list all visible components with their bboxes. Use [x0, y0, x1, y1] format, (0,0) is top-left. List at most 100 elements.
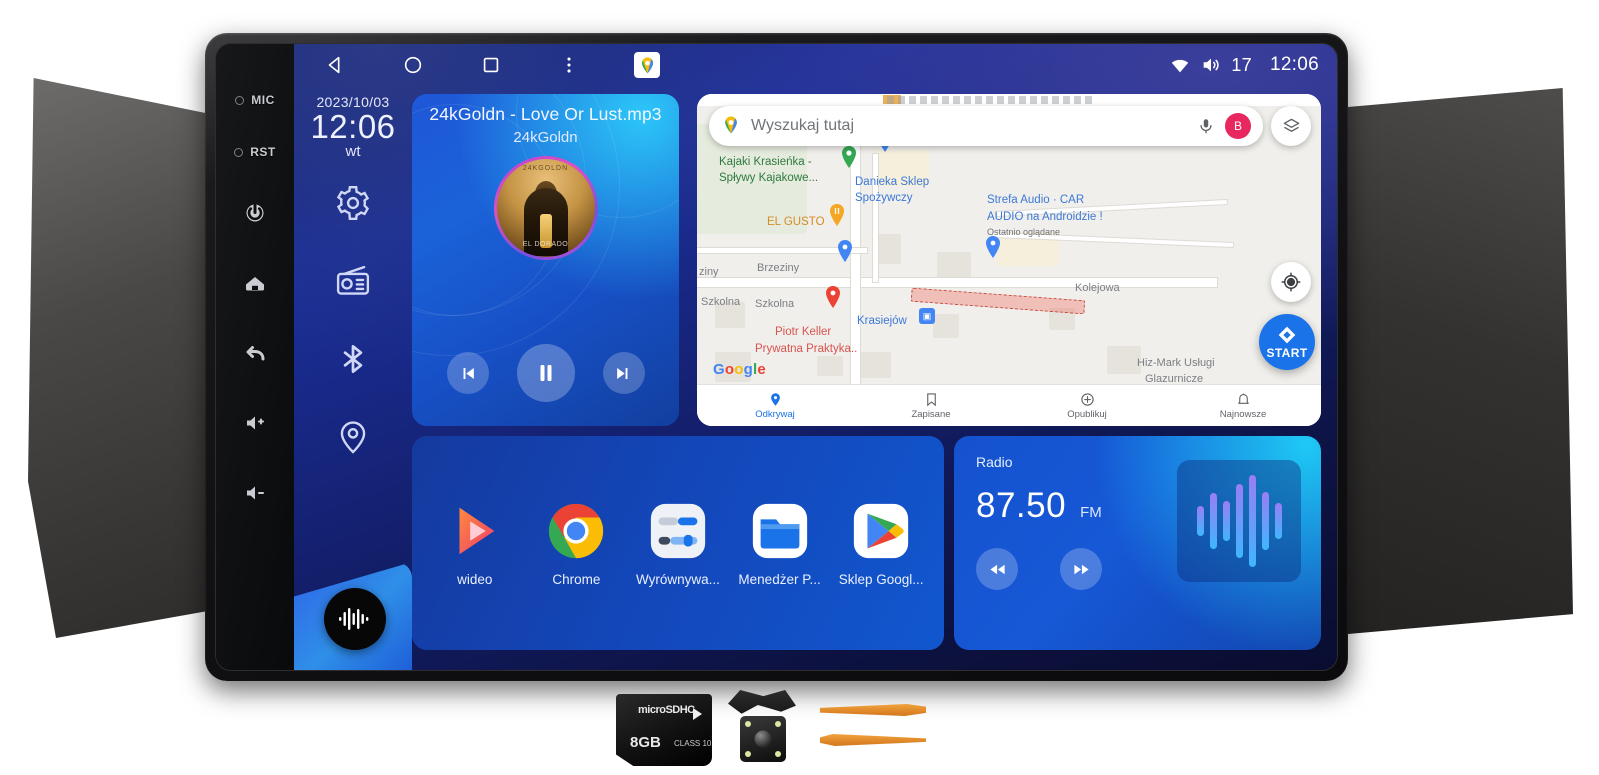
visualizer-bar	[1209, 493, 1217, 549]
status-clock: 12:06	[1269, 54, 1319, 75]
map-station-marker[interactable]: ▣	[919, 308, 935, 324]
map-layers-icon[interactable]	[1271, 106, 1311, 146]
g2: o	[724, 361, 735, 378]
microphone-icon[interactable]	[1197, 117, 1215, 135]
my-location-icon[interactable]	[1271, 262, 1311, 302]
mic-key[interactable]: MIC	[223, 74, 287, 126]
map-label: AUDIO na Androidzie !	[987, 211, 1103, 223]
app-shortcut-file-manager[interactable]: Menedżer P...	[732, 500, 828, 587]
map-tab-odkrywaj[interactable]: Odkrywaj	[697, 392, 853, 420]
google-maps-icon[interactable]	[634, 52, 660, 78]
visualizer-bar	[1248, 475, 1256, 567]
start-button-label: START	[1266, 345, 1308, 360]
hardware-key-rail: MIC RST	[216, 44, 294, 670]
app-shortcut-play-store[interactable]: Sklep Googl...	[833, 500, 929, 587]
clock-widget[interactable]: 2023/10/03 12:06 wt	[310, 94, 395, 160]
map-label: Piotr Keller	[775, 326, 832, 338]
map-top-edge-strip	[697, 94, 1321, 106]
map-label: Szkolna	[755, 298, 795, 310]
music-title: 24kGoldn - Love Or Lust.mp3	[429, 104, 662, 124]
next-track-icon[interactable]	[602, 352, 645, 394]
home-key[interactable]	[223, 248, 287, 318]
fast-forward-icon[interactable]	[1060, 548, 1102, 590]
rewind-icon[interactable]	[976, 548, 1018, 590]
left-dock: 2023/10/03 12:06 wt	[294, 86, 412, 670]
map-pin-audio-store[interactable]	[985, 236, 1001, 258]
radio-widget[interactable]: Radio 87.50 FM	[954, 436, 1321, 650]
radio-visualizer	[1177, 460, 1301, 582]
radio-frequency: 87.50	[976, 486, 1067, 525]
mic-indicator-dot	[235, 95, 245, 105]
map-label: Prywatna Praktyka..	[755, 343, 858, 355]
microsd-card: microSDHC 8GB CLASS 10	[616, 694, 712, 766]
app-label: wideo	[457, 571, 493, 587]
previous-track-icon[interactable]	[446, 352, 489, 394]
map-label: Ostatnio oglądane	[987, 227, 1061, 237]
recents-square-icon[interactable]	[478, 52, 504, 78]
music-artist: 24kGoldn	[513, 129, 578, 146]
start-navigation-button[interactable]: START	[1259, 314, 1315, 370]
map-label: Krasiejów	[857, 315, 907, 327]
radio-band: FM	[1080, 504, 1102, 521]
volume-down-icon	[243, 481, 267, 505]
map-pin-doctor[interactable]	[825, 286, 841, 308]
map-search-input[interactable]: Wyszukaj tutaj	[751, 117, 1187, 135]
mic-key-label: MIC	[251, 93, 275, 107]
g3: o	[734, 361, 744, 378]
app-shortcut-wideo[interactable]: wideo	[427, 500, 523, 587]
app-shortcuts-widget: wideo Chrome Wyrównywa... Menedżer P... …	[412, 436, 944, 650]
map-tab-label: Najnowsze	[1219, 408, 1267, 420]
audio-waveform-icon[interactable]	[324, 588, 386, 650]
video-play-icon	[444, 500, 506, 562]
google-wordmark: Google	[713, 361, 766, 378]
pry-tools	[820, 700, 928, 758]
rear-view-camera	[724, 688, 800, 768]
app-shortcut-chrome[interactable]: Chrome	[528, 500, 624, 587]
map-tab-label: Zapisane	[911, 408, 951, 420]
map-pin-green[interactable]	[841, 146, 857, 168]
route-highlight	[910, 287, 1086, 315]
map-bottom-tabs: Odkrywaj Zapisane Opublikuj Najnowsze	[697, 384, 1321, 426]
more-vertical-icon[interactable]	[556, 52, 582, 78]
google-maps-icon	[721, 115, 741, 137]
screenshot-root: MIC RST 17 12:06 2023/10/03 12:06 wt 24k…	[0, 0, 1599, 775]
back-triangle-icon[interactable]	[322, 52, 348, 78]
map-tab-zapisane[interactable]: Zapisane	[853, 392, 1009, 420]
map-pin-transit[interactable]	[837, 240, 853, 262]
google-maps-widget[interactable]: ▣ Google Kajaki Krasieńka - Spływy Kajako…	[697, 94, 1321, 426]
g1: G	[713, 361, 725, 378]
visualizer-bar	[1261, 492, 1269, 550]
album-art-bottom-text: EL DORADO	[522, 241, 569, 248]
gear-icon[interactable]	[334, 184, 372, 222]
power-key[interactable]	[223, 178, 287, 248]
visualizer-bar	[1196, 506, 1204, 536]
map-label: Kajaki Krasieńka -	[719, 156, 812, 168]
volume-up-key[interactable]	[223, 388, 287, 458]
clock-time: 12:06	[310, 108, 396, 145]
home-circle-icon[interactable]	[400, 52, 426, 78]
map-label: EL GUSTO	[767, 216, 825, 228]
map-label: Danieka Sklep	[855, 176, 930, 188]
bluetooth-icon[interactable]	[334, 340, 372, 378]
avatar[interactable]: B	[1225, 113, 1251, 139]
location-pin-icon[interactable]	[334, 418, 372, 456]
map-tab-label: Odkrywaj	[755, 408, 795, 420]
app-shortcut-equalizer[interactable]: Wyrównywa...	[630, 500, 726, 587]
map-label: Spożywczy	[855, 192, 913, 204]
map-label: Hiz-Mark Usługi	[1137, 357, 1215, 369]
equalizer-icon	[647, 500, 709, 562]
map-search-bar[interactable]: Wyszukaj tutaj B	[709, 106, 1263, 146]
microsd-arrow-icon	[693, 708, 702, 720]
music-player-widget[interactable]: 24kGoldn - Love Or Lust.mp3 24kGoldn 24K…	[412, 94, 679, 426]
power-icon	[243, 201, 267, 225]
radio-icon[interactable]	[334, 262, 372, 300]
reset-key[interactable]: RST	[223, 126, 287, 178]
pause-icon[interactable]	[516, 344, 575, 402]
map-tab-najnowsze[interactable]: Najnowsze	[1165, 392, 1321, 420]
widget-grid: 24kGoldn - Love Or Lust.mp3 24kGoldn 24K…	[412, 86, 1321, 656]
volume-down-key[interactable]	[223, 458, 287, 528]
map-pin-restaurant[interactable]	[829, 204, 845, 226]
map-tab-opublikuj[interactable]: Opublikuj	[1009, 392, 1165, 420]
back-key[interactable]	[223, 318, 287, 388]
chrome-icon	[545, 500, 607, 562]
